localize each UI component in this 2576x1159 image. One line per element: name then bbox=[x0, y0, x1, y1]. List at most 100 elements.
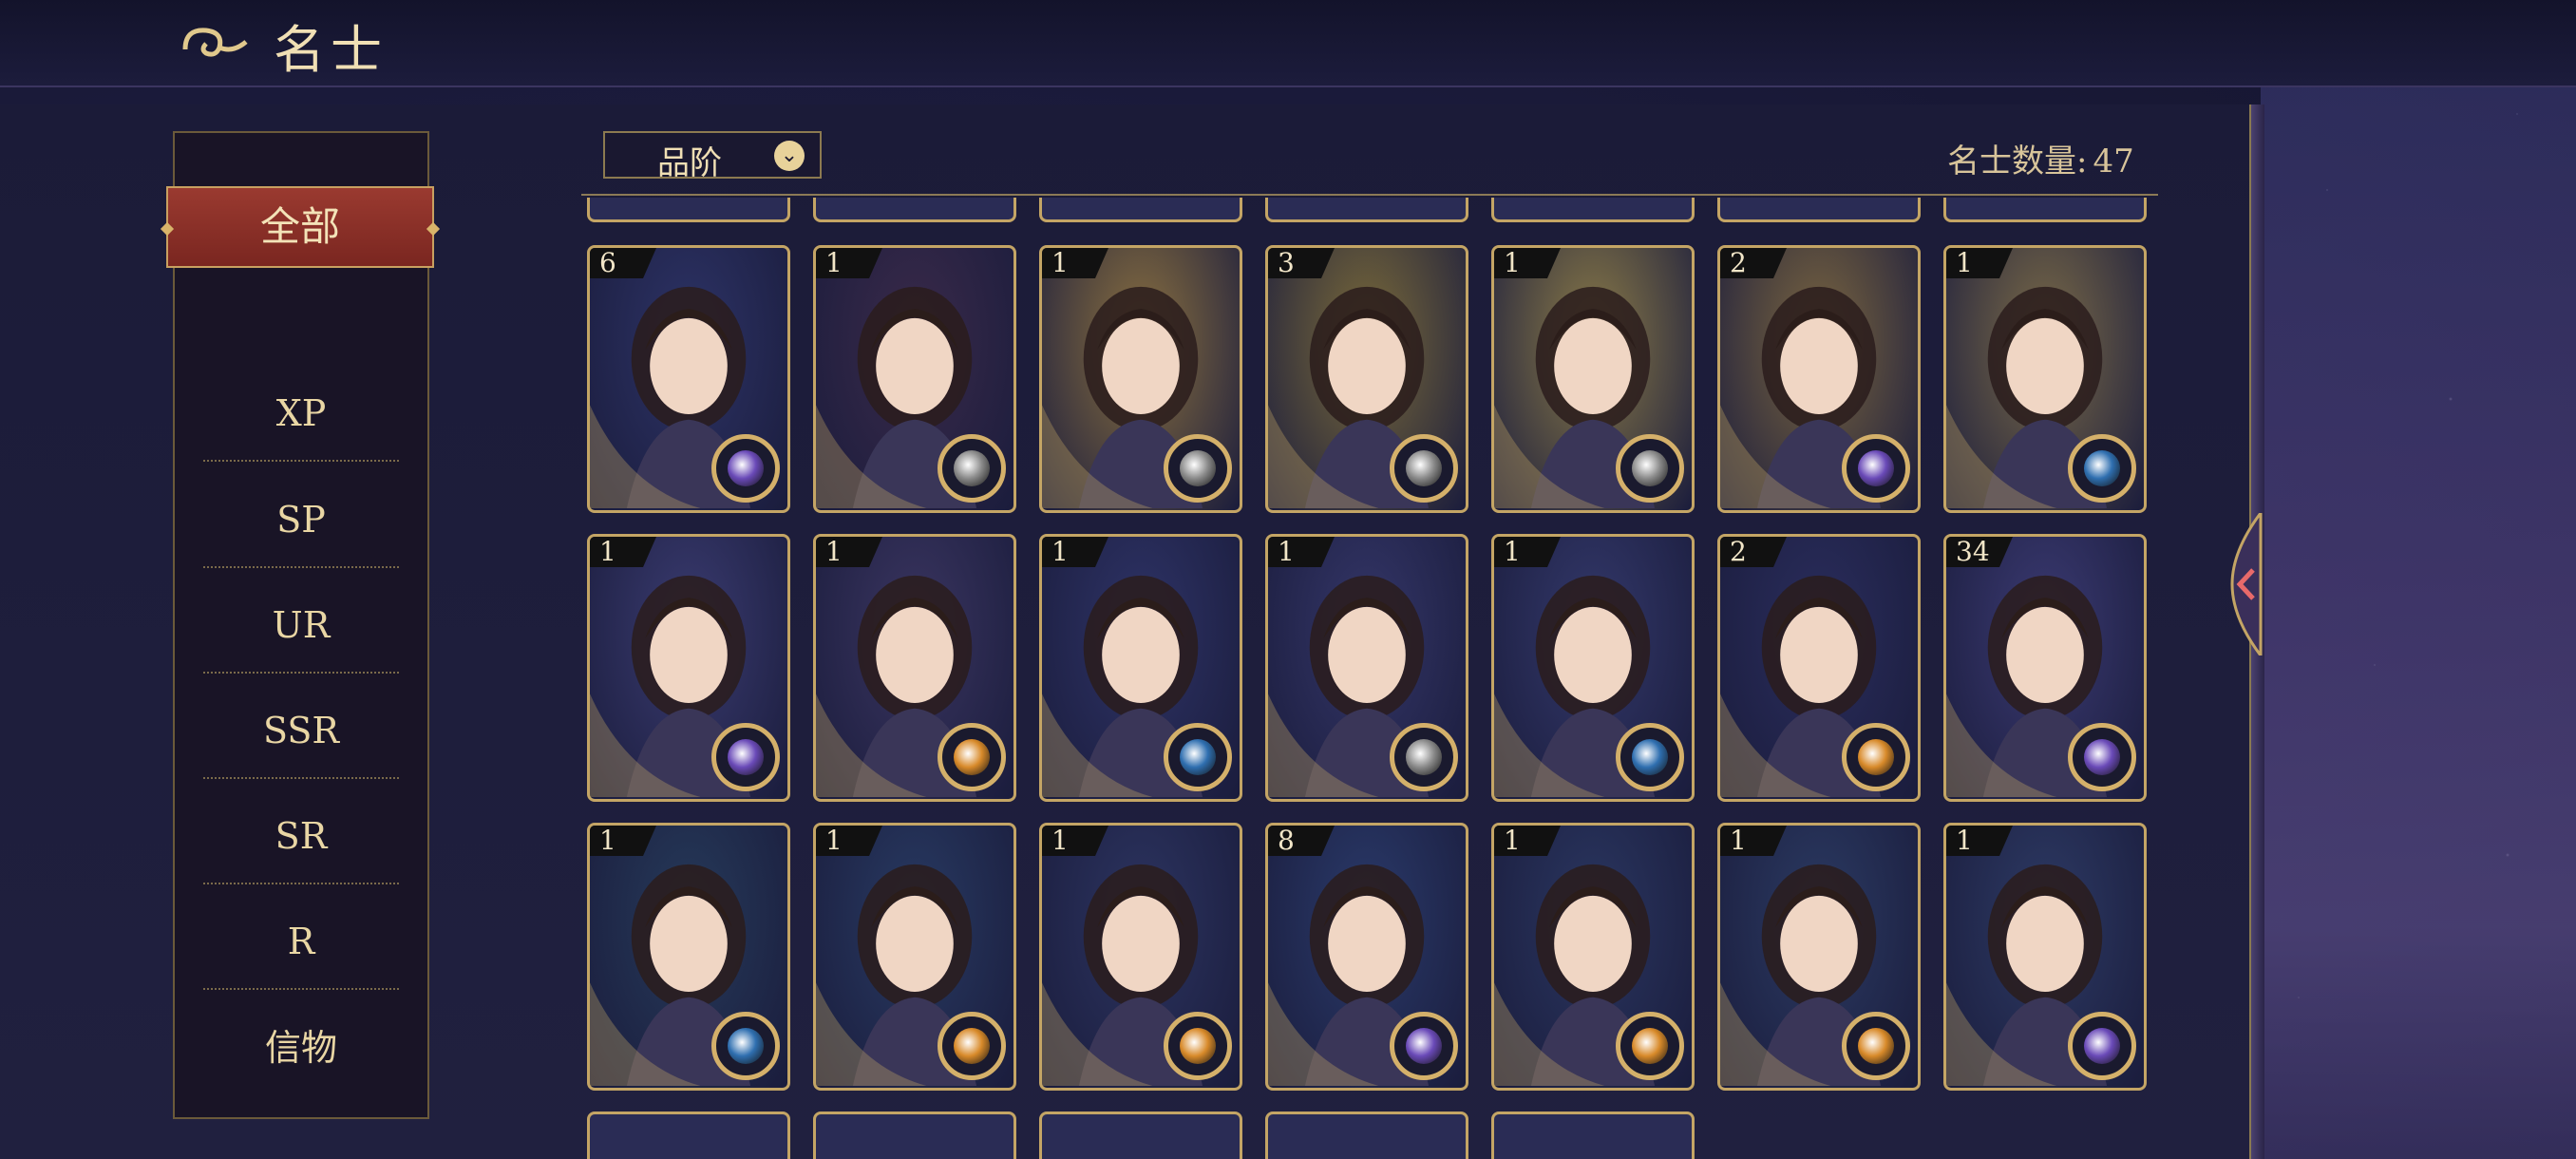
filter-label: XP bbox=[275, 392, 327, 434]
filter-sp[interactable]: SP bbox=[175, 467, 427, 572]
character-card[interactable]: 1 bbox=[813, 534, 1016, 802]
blue-orb-icon bbox=[2068, 434, 2136, 503]
compass-icon bbox=[938, 434, 1006, 503]
character-card[interactable]: 8 bbox=[1265, 823, 1468, 1091]
element-orb bbox=[728, 1028, 764, 1064]
element-orb bbox=[1632, 450, 1668, 486]
divider bbox=[203, 566, 399, 568]
character-card-partial[interactable] bbox=[1039, 198, 1242, 222]
filter-label: SSR bbox=[262, 710, 339, 751]
purple-orb-icon bbox=[2068, 1012, 2136, 1080]
sort-dropdown[interactable]: 品阶 ⌄ bbox=[603, 131, 822, 182]
element-orb bbox=[1406, 450, 1442, 486]
filter-label: R bbox=[287, 921, 315, 962]
character-card[interactable]: 1 bbox=[1491, 534, 1695, 802]
character-card-partial[interactable] bbox=[1265, 1112, 1468, 1159]
character-card-partial[interactable] bbox=[587, 1112, 790, 1159]
filter-token[interactable]: 信物 bbox=[175, 996, 427, 1100]
character-grid: 6 1 1 3 1 2 1 1 1 1 1 1 2 34 1 1 1 8 1 1 1 bbox=[581, 198, 2158, 1159]
filter-sr[interactable]: SR bbox=[175, 784, 427, 888]
filter-label: 信物 bbox=[264, 1027, 337, 1069]
character-card-partial[interactable] bbox=[1491, 198, 1695, 222]
header-divider bbox=[581, 194, 2158, 196]
divider bbox=[203, 988, 399, 990]
character-card[interactable]: 1 bbox=[1943, 245, 2147, 513]
element-orb bbox=[2084, 450, 2120, 486]
filter-all-active[interactable]: 全部 bbox=[166, 186, 434, 268]
chevron-down-icon: ⌄ bbox=[774, 141, 805, 171]
sun-icon bbox=[938, 723, 1006, 791]
count-label: 名士数量: bbox=[1947, 142, 2088, 180]
divider bbox=[203, 777, 399, 779]
character-card[interactable]: 1 bbox=[1039, 245, 1242, 513]
character-card-partial[interactable] bbox=[1265, 198, 1468, 222]
character-card[interactable]: 2 bbox=[1717, 245, 1921, 513]
character-card[interactable]: 1 bbox=[1265, 534, 1468, 802]
compass-icon bbox=[1390, 723, 1458, 791]
divider bbox=[203, 883, 399, 884]
filter-sidebar: XP SP UR SSR SR R 信物 bbox=[173, 131, 429, 1119]
element-orb bbox=[1858, 450, 1894, 486]
element-orb bbox=[954, 1028, 990, 1064]
filter-label: SR bbox=[275, 815, 328, 857]
element-orb bbox=[1180, 739, 1216, 775]
character-card-partial[interactable] bbox=[813, 198, 1016, 222]
sun-icon bbox=[1842, 723, 1910, 791]
character-card[interactable]: 1 bbox=[1943, 823, 2147, 1091]
character-card[interactable]: 1 bbox=[1717, 823, 1921, 1091]
character-card[interactable]: 1 bbox=[1491, 245, 1695, 513]
element-orb bbox=[728, 739, 764, 775]
element-orb bbox=[2084, 1028, 2120, 1064]
divider bbox=[203, 460, 399, 462]
element-orb bbox=[1406, 739, 1442, 775]
character-card[interactable]: 1 bbox=[1491, 823, 1695, 1091]
title-bar: 名士 bbox=[0, 0, 2576, 87]
character-count: 名士数量: 47 bbox=[1947, 135, 2134, 181]
purple-orb-icon bbox=[1390, 1012, 1458, 1080]
element-orb bbox=[1180, 450, 1216, 486]
character-card-partial[interactable] bbox=[1039, 1112, 1242, 1159]
character-card-partial[interactable] bbox=[1943, 198, 2147, 222]
sun-icon bbox=[1164, 1012, 1232, 1080]
cloud-swirl-icon bbox=[182, 28, 248, 57]
character-card-partial[interactable] bbox=[1491, 1112, 1695, 1159]
filter-ssr[interactable]: SSR bbox=[175, 678, 427, 783]
character-card[interactable]: 6 bbox=[587, 245, 790, 513]
compass-icon bbox=[1390, 434, 1458, 503]
character-card[interactable]: 2 bbox=[1717, 534, 1921, 802]
compass-icon bbox=[1616, 434, 1684, 503]
element-orb bbox=[2084, 739, 2120, 775]
character-card[interactable]: 1 bbox=[587, 823, 790, 1091]
element-orb bbox=[728, 450, 764, 486]
character-card-partial[interactable] bbox=[813, 1112, 1016, 1159]
character-card[interactable]: 3 bbox=[1265, 245, 1468, 513]
element-orb bbox=[1858, 1028, 1894, 1064]
character-card[interactable]: 1 bbox=[813, 823, 1016, 1091]
compass-icon bbox=[1164, 434, 1232, 503]
element-orb bbox=[954, 450, 990, 486]
purple-orb-icon bbox=[711, 434, 780, 503]
character-card[interactable]: 1 bbox=[1039, 823, 1242, 1091]
sun-icon bbox=[1842, 1012, 1910, 1080]
blue-orb-icon bbox=[711, 1012, 780, 1080]
element-orb bbox=[1180, 1028, 1216, 1064]
filter-r[interactable]: R bbox=[175, 889, 427, 994]
character-card-partial[interactable] bbox=[587, 198, 790, 222]
character-card[interactable]: 1 bbox=[587, 534, 790, 802]
collapse-arrow-icon[interactable] bbox=[2223, 513, 2270, 656]
element-orb bbox=[954, 739, 990, 775]
divider bbox=[203, 672, 399, 674]
character-card[interactable]: 1 bbox=[1039, 534, 1242, 802]
element-orb bbox=[1632, 1028, 1668, 1064]
count-value: 47 bbox=[2093, 142, 2134, 180]
blue-orb-icon bbox=[1616, 723, 1684, 791]
sun-icon bbox=[938, 1012, 1006, 1080]
purple-orb-icon bbox=[1842, 434, 1910, 503]
filter-xp[interactable]: XP bbox=[175, 361, 427, 466]
sun-icon bbox=[1616, 1012, 1684, 1080]
character-card[interactable]: 1 bbox=[813, 245, 1016, 513]
filter-ur[interactable]: UR bbox=[175, 573, 427, 677]
background-nebula bbox=[2261, 0, 2576, 1159]
character-card-partial[interactable] bbox=[1717, 198, 1921, 222]
character-card[interactable]: 34 bbox=[1943, 534, 2147, 802]
